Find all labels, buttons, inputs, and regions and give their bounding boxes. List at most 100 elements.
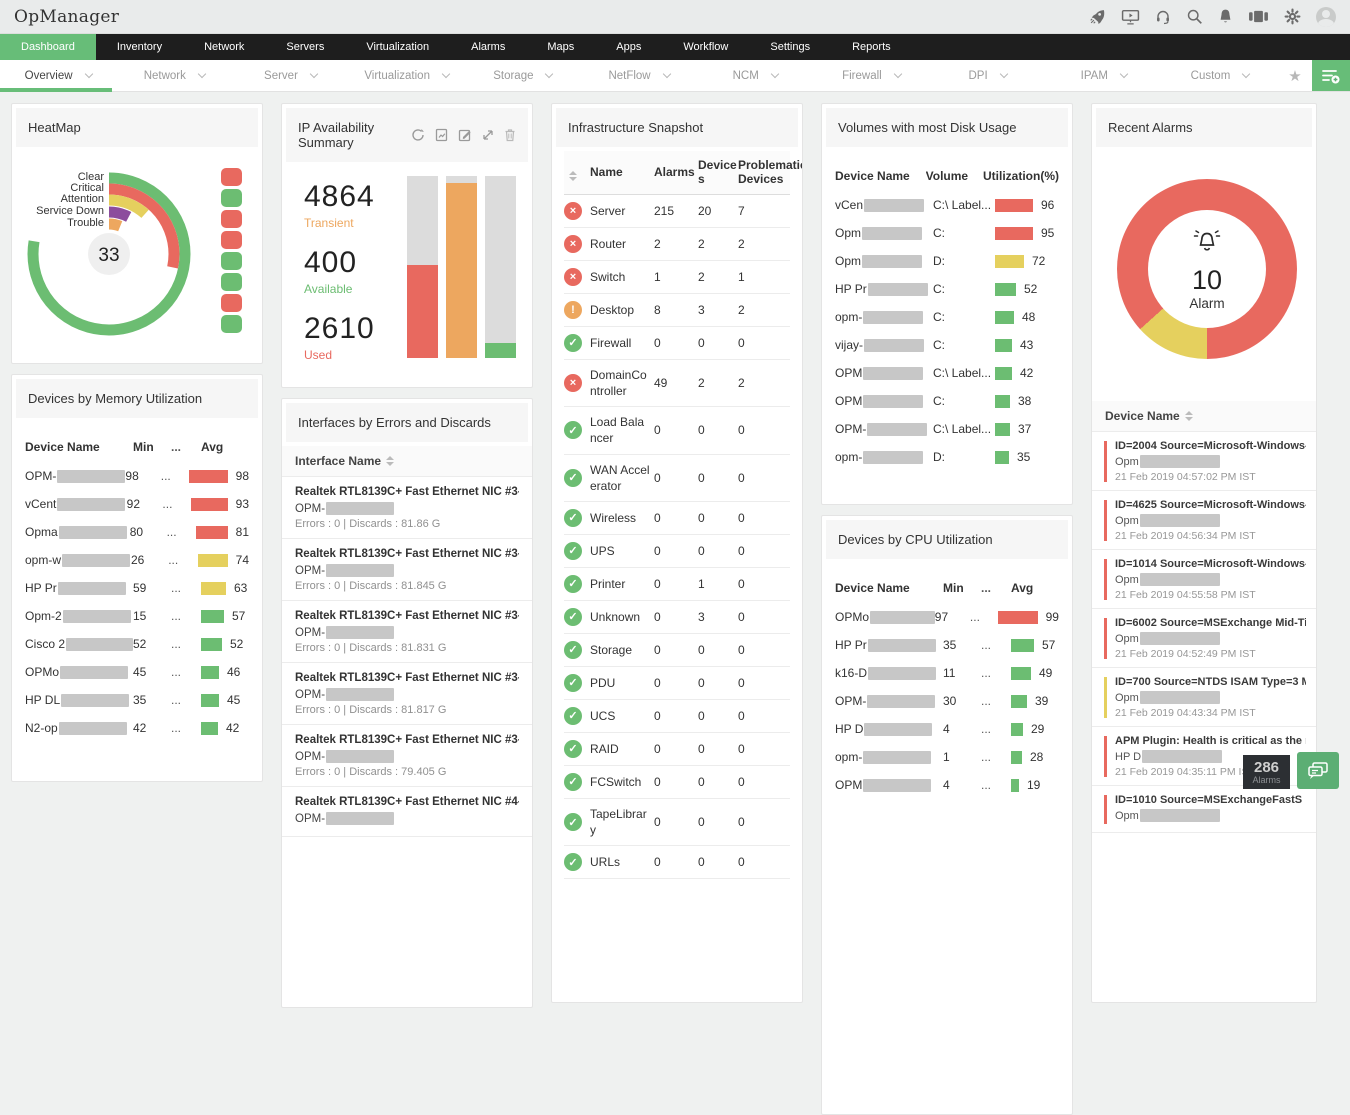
alarm-list-header[interactable]: Device Name	[1092, 401, 1316, 432]
table-row[interactable]: × DomainController 49 2 2	[564, 360, 790, 408]
table-row[interactable]: ✓ Printer 0 1 0	[564, 568, 790, 601]
table-row[interactable]: OPMo 97... 99	[835, 603, 1059, 631]
table-row[interactable]: OPM- 98... 98	[25, 462, 249, 490]
status-square-red[interactable]	[221, 231, 242, 249]
table-row[interactable]: OPM 4... 19	[835, 771, 1059, 799]
col-devices[interactable]: Devices	[698, 158, 738, 187]
sort-icon[interactable]	[1184, 411, 1193, 421]
col-utilization[interactable]: Utilization(%)	[983, 169, 1059, 183]
table-row[interactable]: × Router 2 2 2	[564, 228, 790, 261]
table-row[interactable]: ! Desktop 8 3 2	[564, 294, 790, 327]
sort-cell[interactable]	[564, 164, 590, 181]
table-row[interactable]: × Server 215 20 7	[564, 195, 790, 228]
alarms-donut-chart[interactable]: 10 Alarm	[1092, 151, 1316, 401]
tab-netflow[interactable]: NetFlow	[581, 60, 697, 91]
table-row[interactable]: opm- C: 48	[835, 303, 1059, 331]
col-avg[interactable]: Avg	[1011, 581, 1059, 595]
sort-icon[interactable]	[569, 170, 577, 181]
col-problematic[interactable]: Problematic Devices	[738, 158, 802, 187]
sort-icon[interactable]	[386, 456, 395, 466]
col-volume[interactable]: Volume	[926, 169, 983, 183]
delete-icon[interactable]	[504, 128, 516, 142]
table-row[interactable]: HP Pr C: 52	[835, 275, 1059, 303]
nav-item-apps[interactable]: Apps	[595, 34, 662, 60]
col-device-name[interactable]: Device Name	[25, 440, 133, 454]
nav-item-reports[interactable]: Reports	[831, 34, 912, 60]
col-more[interactable]: ...	[981, 581, 1011, 595]
table-row[interactable]: OPM- C:\ Label... 37	[835, 415, 1059, 443]
nav-item-maps[interactable]: Maps	[526, 34, 595, 60]
table-row[interactable]: OPM C:\ Label... 42	[835, 359, 1059, 387]
status-square-red[interactable]	[221, 294, 242, 312]
move-icon[interactable]	[482, 129, 494, 141]
table-row[interactable]: vCent 92... 93	[25, 490, 249, 518]
table-row[interactable]: ✓ UCS 0 0 0	[564, 700, 790, 733]
table-row[interactable]: ✓ FCSwitch 0 0 0	[564, 766, 790, 799]
nav-item-alarms[interactable]: Alarms	[450, 34, 526, 60]
table-row[interactable]: HP Pr 35... 57	[835, 631, 1059, 659]
interface-item[interactable]: Realtek RTL8139C+ Fast Ethernet NIC #3-E…	[282, 725, 532, 787]
table-row[interactable]: ✓ WAN Accelerator 0 0 0	[564, 455, 790, 502]
rocket-icon[interactable]	[1089, 8, 1106, 25]
table-row[interactable]: Opm C: 95	[835, 219, 1059, 247]
table-row[interactable]: Opm D: 72	[835, 247, 1059, 275]
table-row[interactable]: opm-w 26... 74	[25, 546, 249, 574]
table-row[interactable]: × Switch 1 2 1	[564, 261, 790, 294]
table-row[interactable]: ✓ RAID 0 0 0	[564, 733, 790, 766]
search-icon[interactable]	[1186, 8, 1203, 25]
alarm-item[interactable]: ID=1014 Source=Microsoft-Windows-DNS-Cli…	[1092, 550, 1316, 609]
tab-virtualization[interactable]: Virtualization	[349, 60, 465, 91]
gear-icon[interactable]	[1284, 8, 1301, 25]
screens-icon[interactable]	[1248, 8, 1269, 25]
col-name[interactable]: Name	[590, 164, 654, 180]
table-row[interactable]: vijay- C: 43	[835, 331, 1059, 359]
alarm-item[interactable]: ID=6002 Source=MSExchange Mid-Tier Stora…	[1092, 609, 1316, 668]
table-row[interactable]: OPM C: 38	[835, 387, 1059, 415]
interface-item[interactable]: Realtek RTL8139C+ Fast Ethernet NIC #3-N…	[282, 477, 532, 539]
tab-firewall[interactable]: Firewall	[813, 60, 929, 91]
table-row[interactable]: opm- 1... 28	[835, 743, 1059, 771]
table-row[interactable]: k16-D 11... 49	[835, 659, 1059, 687]
alarm-item[interactable]: ID=2004 Source=Microsoft-Windows-Resourc…	[1092, 432, 1316, 491]
status-square-green[interactable]	[221, 273, 242, 291]
interface-item[interactable]: Realtek RTL8139C+ Fast Ethernet NIC #3-W…	[282, 663, 532, 725]
table-row[interactable]: Opma 80... 81	[25, 518, 249, 546]
table-row[interactable]: OPMo 45... 46	[25, 658, 249, 686]
table-row[interactable]: Opm-2 15... 57	[25, 602, 249, 630]
chat-button[interactable]	[1297, 752, 1339, 789]
heatmap-chart[interactable]: 33 Clear Critical Attention Service Down Trou…	[12, 151, 262, 363]
table-row[interactable]: ✓ Unknown 0 3 0	[564, 601, 790, 634]
alarm-count-badge[interactable]: 286 Alarms	[1243, 755, 1290, 789]
table-row[interactable]: vCen C:\ Label... 96	[835, 191, 1059, 219]
interface-item[interactable]: Realtek RTL8139C+ Fast Ethernet NIC #4-E…	[282, 787, 532, 837]
nav-item-virtualization[interactable]: Virtualization	[345, 34, 450, 60]
tab-storage[interactable]: Storage	[465, 60, 581, 91]
table-row[interactable]: opm- D: 35	[835, 443, 1059, 471]
table-row[interactable]: HP D 4... 29	[835, 715, 1059, 743]
col-avg[interactable]: Avg	[201, 440, 249, 454]
interface-item[interactable]: Realtek RTL8139C+ Fast Ethernet NIC #3-N…	[282, 539, 532, 601]
tab-ipam[interactable]: IPAM	[1046, 60, 1162, 91]
tab-custom[interactable]: Custom	[1162, 60, 1278, 91]
table-row[interactable]: N2-op 42... 42	[25, 714, 249, 742]
alarm-item[interactable]: ID=4625 Source=Microsoft-Windows-Securit…	[1092, 491, 1316, 550]
refresh-icon[interactable]	[411, 128, 425, 142]
bell-icon[interactable]	[1218, 8, 1233, 25]
interface-item[interactable]: Realtek RTL8139C+ Fast Ethernet NIC #3-W…	[282, 601, 532, 663]
favorite-star-icon[interactable]: ★	[1278, 60, 1312, 91]
col-device-name[interactable]: Device Name	[835, 581, 943, 595]
add-dashboard-button[interactable]	[1312, 60, 1350, 91]
table-row[interactable]: ✓ TapeLibrary 0 0 0	[564, 799, 790, 847]
tab-server[interactable]: Server	[232, 60, 348, 91]
nav-item-servers[interactable]: Servers	[265, 34, 345, 60]
nav-item-settings[interactable]: Settings	[749, 34, 831, 60]
tab-overview[interactable]: Overview	[0, 60, 116, 92]
headset-icon[interactable]	[1155, 8, 1171, 25]
table-row[interactable]: Cisco 2 52... 52	[25, 630, 249, 658]
col-min[interactable]: Min	[133, 440, 171, 454]
status-square-green[interactable]	[221, 252, 242, 270]
status-square-red[interactable]	[221, 210, 242, 228]
table-row[interactable]: ✓ URLs 0 0 0	[564, 846, 790, 880]
table-row[interactable]: HP DL 35... 45	[25, 686, 249, 714]
table-row[interactable]: ✓ UPS 0 0 0	[564, 535, 790, 568]
